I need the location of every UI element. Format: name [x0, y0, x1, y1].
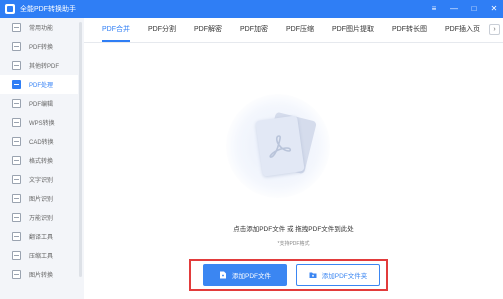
sidebar-item[interactable]: PDF处理 [0, 75, 78, 94]
star-doc-icon [12, 23, 21, 32]
supported-format-text: *支持PDF格式 [277, 241, 310, 247]
window-controls: ≡ — □ ✕ [429, 0, 499, 18]
tab[interactable]: PDF分割 [139, 17, 185, 42]
tab[interactable]: PDF合并 [93, 17, 139, 42]
sidebar-item-label: 万能识别 [29, 216, 54, 222]
add-file-label: 添加PDF文件 [232, 273, 271, 280]
sidebar-item[interactable]: 常用功能 [0, 18, 84, 37]
file-drop-area[interactable]: 点击添加PDF文件 或 拖拽PDF文件到此处 *支持PDF格式 添加PDF文件 … [84, 44, 503, 299]
sidebar-item-label: 图片识别 [29, 197, 54, 203]
sidebar-item[interactable]: 压缩工具 [0, 246, 84, 265]
sidebar-item-label: 压缩工具 [29, 254, 54, 260]
sidebar-item[interactable]: PDF编辑 [0, 94, 84, 113]
pdf-symbol-icon [269, 135, 292, 158]
pdf-edit-icon [12, 99, 21, 108]
image-convert-icon [12, 270, 21, 279]
tab[interactable]: PDF压缩 [277, 17, 323, 42]
cad-icon [12, 137, 21, 146]
sidebar-item[interactable]: 格式转换 [0, 151, 84, 170]
add-folder-label: 添加PDF文件夹 [321, 273, 368, 280]
sidebar-item[interactable]: CAD转换 [0, 132, 84, 151]
sidebar-item[interactable]: PDF转换 [0, 37, 84, 56]
format-icon [12, 156, 21, 165]
add-file-icon [220, 271, 226, 279]
sidebar-item-label: 常用功能 [29, 26, 54, 32]
add-folder-icon [309, 272, 317, 278]
add-pdf-folder-button[interactable]: 添加PDF文件夹 [296, 264, 380, 286]
compress-icon [12, 251, 21, 260]
sidebar-item[interactable]: 翻译工具 [0, 227, 84, 246]
app-logo-icon [5, 4, 15, 14]
sidebar-item-label: PDF转换 [29, 45, 54, 51]
title-bar: 全能PDF转换助手 ≡ — □ ✕ [0, 0, 503, 18]
wps-icon [12, 118, 21, 127]
sidebar-scrollbar[interactable] [79, 22, 82, 277]
pdf-convert-icon [12, 42, 21, 51]
maximize-icon[interactable]: □ [469, 0, 479, 18]
scan-icon [12, 213, 21, 222]
sidebar-item[interactable]: 文字识别 [0, 170, 84, 189]
sidebar-item[interactable]: 万能识别 [0, 208, 84, 227]
ocr-icon [12, 175, 21, 184]
sidebar-item-label: WPS转换 [29, 121, 55, 127]
tab[interactable]: PDF加密 [231, 17, 277, 42]
tab-bar: PDF合并 PDF分割 PDF解密 PDF加密 PDF压缩 PDF图片提取 PDF转长图 PD… [84, 18, 503, 43]
minimize-icon[interactable]: — [449, 0, 459, 18]
sidebar-item-label: CAD转换 [29, 140, 54, 146]
main-panel: PDF合并 PDF分割 PDF解密 PDF加密 PDF压缩 PDF图片提取 PDF转长图 PD… [84, 18, 503, 299]
tab[interactable]: PDF转长图 [383, 17, 436, 42]
sidebar-nav: 常用功能 PDF转换其他转PDF PDF处理 PDF编辑 WPS转换 CAD转换格式转换文… [0, 18, 84, 284]
sidebar-item-label: 格式转换 [29, 159, 54, 165]
sidebar-item-label: PDF处理 [29, 83, 54, 89]
close-icon[interactable]: ✕ [489, 0, 499, 18]
add-pdf-file-button[interactable]: 添加PDF文件 [203, 264, 287, 286]
tab[interactable]: PDF图片提取 [323, 17, 383, 42]
translate-icon [12, 232, 21, 241]
sidebar-item-label: 文字识别 [29, 178, 54, 184]
to-pdf-icon [12, 61, 21, 70]
image-ocr-icon [12, 194, 21, 203]
sidebar-item-label: 其他转PDF [29, 64, 60, 70]
sidebar-item-label: PDF编辑 [29, 102, 54, 108]
sidebar: 常用功能 PDF转换其他转PDF PDF处理 PDF编辑 WPS转换 CAD转换格式转换文… [0, 18, 84, 299]
sidebar-item[interactable]: 图片识别 [0, 189, 84, 208]
drop-hint-text: 点击添加PDF文件 或 拖拽PDF文件到此处 [233, 226, 354, 233]
pdf-process-icon [12, 80, 21, 89]
tab[interactable]: PDF插入页 [436, 17, 489, 42]
app-title: 全能PDF转换助手 [20, 6, 76, 13]
sidebar-item[interactable]: 图片转换 [0, 265, 84, 284]
sidebar-item[interactable]: WPS转换 [0, 113, 84, 132]
tab-scroll-right-button[interactable]: › [489, 24, 500, 35]
tab[interactable]: PDF解密 [185, 17, 231, 42]
sidebar-item-label: 图片转换 [29, 273, 54, 279]
sidebar-item[interactable]: 其他转PDF [0, 56, 84, 75]
menu-icon[interactable]: ≡ [429, 0, 439, 18]
sidebar-item-label: 翻译工具 [29, 235, 54, 241]
